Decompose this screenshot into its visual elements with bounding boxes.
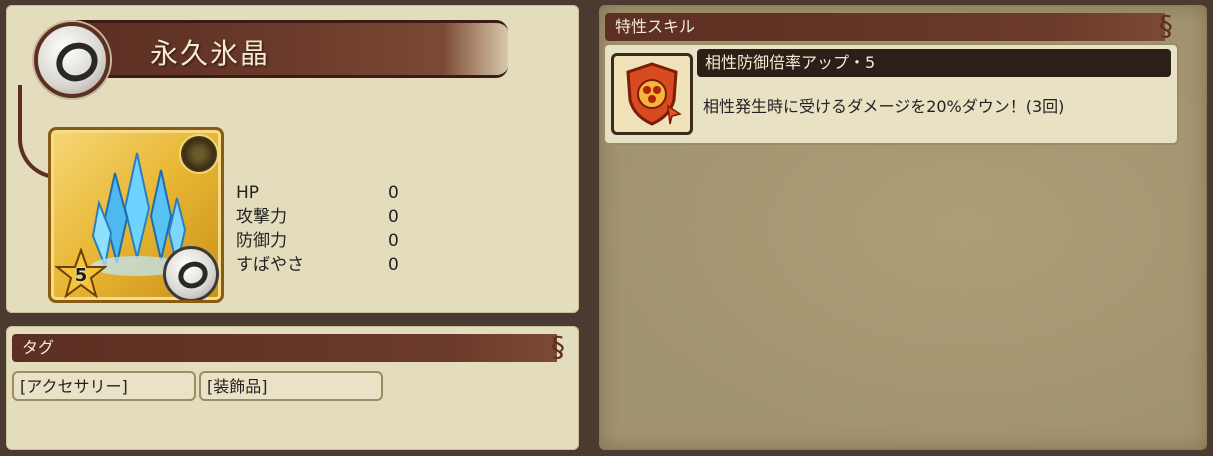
tag-panel: タグ § [アクセサリー] [装飾品] [6,326,579,450]
stat-row-defense: 防御力 0 [236,229,416,253]
stat-value: 0 [388,183,399,203]
stat-value: 0 [388,231,399,251]
item-card: 5 [48,127,224,303]
tag-item[interactable]: [装飾品] [199,371,383,401]
skill-icon-frame [611,53,693,135]
tag-item[interactable]: [アクセサリー] [12,371,196,401]
skill-entry[interactable]: 相性防御倍率アップ・5 相性発生時に受けるダメージを20%ダウン！(3回) [603,43,1179,145]
stat-label: すばやさ [236,255,304,275]
stats-list: HP 0 攻撃力 0 防御力 0 すばやさ 0 [236,181,416,277]
stat-row-attack: 攻撃力 0 [236,205,416,229]
item-detail-panel: 永久氷晶 5 HP 0 攻撃力 0 防御力 0 すばやさ 0 [6,5,579,313]
skill-section-title: 特性スキル [615,17,696,36]
trait-skill-panel: 特性スキル § 相性防御倍率アップ・5 相性発生時に受けるダメージを20%ダウン… [599,5,1207,450]
stat-value: 0 [388,255,399,275]
stat-value: 0 [388,207,399,227]
skill-section-header: 特性スキル § [605,12,1173,41]
stat-label: 攻撃力 [236,207,287,227]
skill-description: 相性発生時に受けるダメージを20%ダウン！(3回) [703,97,1065,116]
title-bar [76,20,508,78]
item-name: 永久氷晶 [150,37,271,70]
stat-row-speed: すばやさ 0 [236,253,416,277]
item-title-banner: 永久氷晶 [20,12,514,98]
card-ring-icon [163,246,219,300]
stat-row-hp: HP 0 [236,181,416,205]
tag-section-title: タグ [22,338,55,357]
rarity-number: 5 [74,265,88,286]
tag-section-header: タグ § [12,333,565,362]
stat-label: 防御力 [236,231,287,251]
stat-label: HP [236,183,260,203]
shield-elements-icon [626,62,682,126]
curl-ornament-icon: § [551,330,565,363]
skill-name: 相性防御倍率アップ・5 [697,49,1171,77]
curl-ornament-icon: § [1159,9,1173,42]
